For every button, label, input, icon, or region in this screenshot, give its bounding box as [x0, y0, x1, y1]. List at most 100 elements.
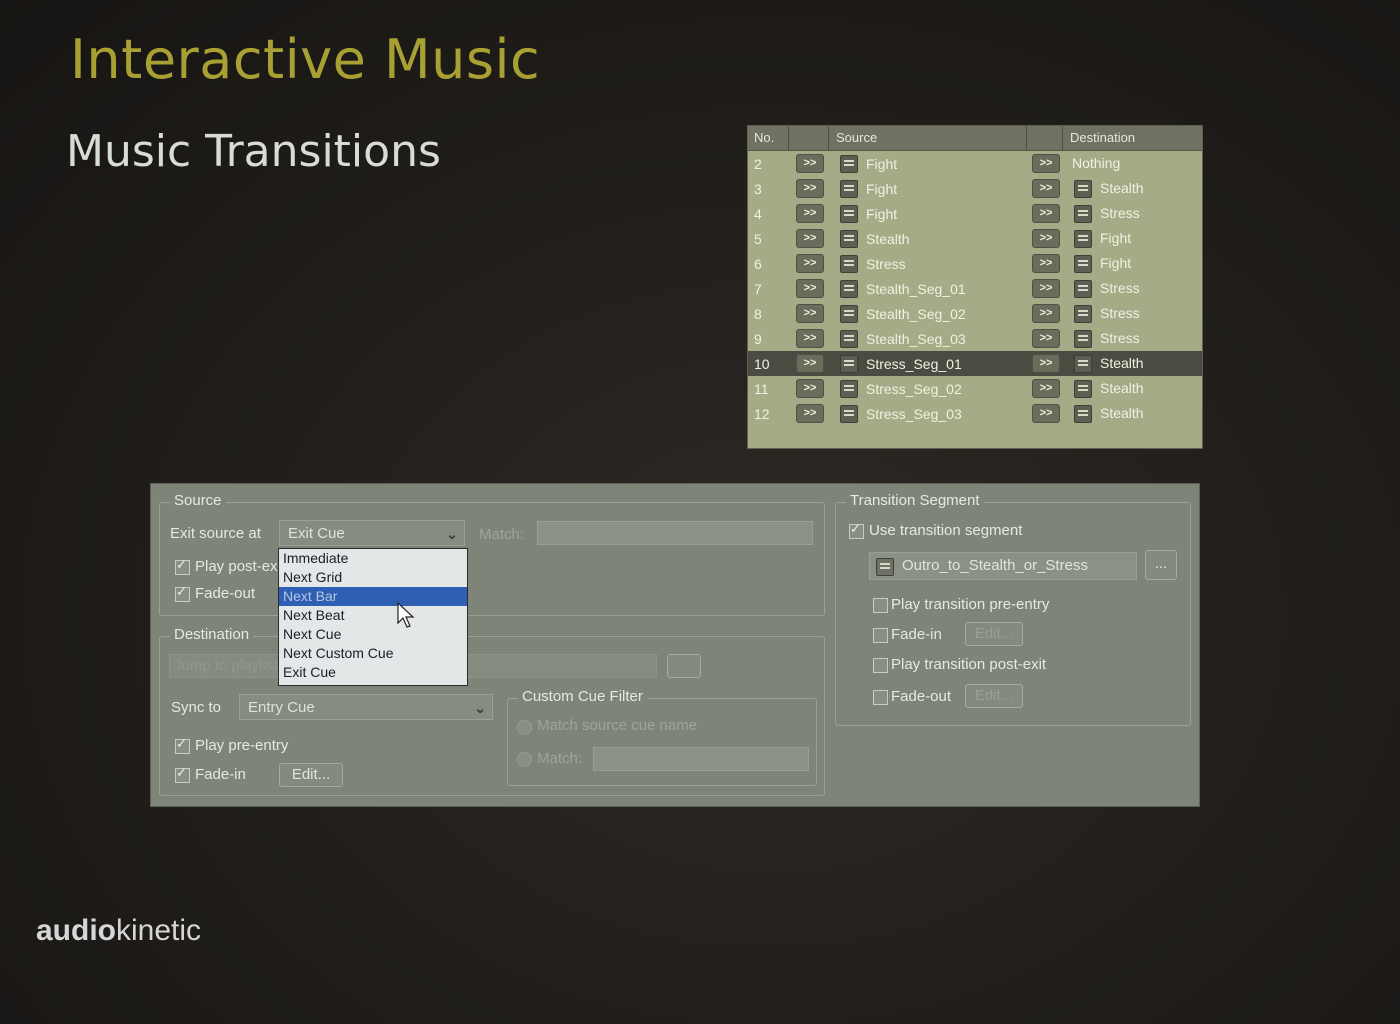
transition-row-number: 4: [754, 206, 762, 222]
transition-source: Stress_Seg_03: [866, 406, 962, 422]
destination-arrow-button[interactable]: >>: [1032, 329, 1060, 348]
grid-segment-icon: [840, 380, 858, 398]
source-match-input[interactable]: [537, 521, 813, 545]
play-pre-entry-label: Play pre-entry: [195, 737, 289, 754]
destination-arrow-button[interactable]: >>: [1032, 404, 1060, 423]
destination-arrow-button[interactable]: >>: [1032, 204, 1060, 223]
exit-source-dropdown-list: Immediate Next Grid Next Bar Next Beat Next …: [278, 548, 468, 686]
transition-row-number: 9: [754, 331, 762, 347]
source-arrow-button[interactable]: >>: [796, 379, 824, 398]
source-arrow-button[interactable]: >>: [796, 404, 824, 423]
source-arrow-button[interactable]: >>: [796, 254, 824, 273]
sync-to-combobox[interactable]: Entry Cue ⌄: [239, 694, 493, 720]
use-transition-segment-checkbox[interactable]: [849, 521, 864, 539]
dropdown-option[interactable]: Next Bar: [279, 587, 467, 606]
play-post-exit-label: Play post-exit: [195, 558, 286, 575]
custom-match-input[interactable]: [593, 747, 809, 771]
transition-row-number: 12: [754, 406, 770, 422]
destination-arrow-button[interactable]: >>: [1032, 304, 1060, 323]
destination-arrow-button[interactable]: >>: [1032, 254, 1060, 273]
segment-icon: [840, 230, 858, 248]
play-transition-pre-entry-checkbox[interactable]: [873, 598, 888, 613]
transition-row[interactable]: 8 >> Stealth_Seg_02 >> Stress: [748, 301, 1202, 326]
fade-in-edit-button[interactable]: Edit...: [279, 763, 343, 787]
play-transition-pre-entry-label: Play transition pre-entry: [891, 596, 1050, 613]
grid-segment-icon: [840, 280, 858, 298]
transition-row[interactable]: 6 >> Stress >> Fight: [748, 251, 1202, 276]
header-no[interactable]: No.: [754, 130, 774, 145]
header-destination[interactable]: Destination: [1070, 130, 1135, 145]
transition-row[interactable]: 10 >> Stress_Seg_01 >> Stealth: [748, 351, 1202, 376]
destination-arrow-button[interactable]: >>: [1032, 354, 1060, 373]
segment-icon: [1074, 355, 1092, 373]
dropdown-option[interactable]: Next Cue: [279, 625, 467, 644]
source-arrow-button[interactable]: >>: [796, 304, 824, 323]
source-match-label: Match:: [479, 526, 525, 543]
dropdown-option[interactable]: Immediate: [279, 549, 467, 568]
transition-fade-in-checkbox[interactable]: [873, 628, 888, 643]
transition-row[interactable]: 12 >> Stress_Seg_03 >> Stealth: [748, 401, 1202, 426]
custom-match-label: Match:: [537, 750, 583, 767]
transition-destination: Stress: [1100, 330, 1140, 346]
source-arrow-button[interactable]: >>: [796, 279, 824, 298]
segment-icon: [1074, 280, 1092, 298]
fade-out-checkbox[interactable]: [175, 584, 190, 602]
destination-arrow-button[interactable]: >>: [1032, 279, 1060, 298]
dropdown-option[interactable]: Exit Cue: [279, 663, 467, 682]
exit-source-label: Exit source at: [170, 525, 261, 542]
destination-arrow-button[interactable]: >>: [1032, 379, 1060, 398]
transition-destination: Fight: [1100, 255, 1132, 271]
transition-destination: Stealth: [1100, 180, 1144, 196]
segment-icon: [1074, 255, 1092, 273]
segment-icon: [1074, 230, 1092, 248]
source-arrow-button[interactable]: >>: [796, 354, 824, 373]
sync-to-value: Entry Cue: [248, 699, 315, 716]
transition-row[interactable]: 4 >> Fight >> Stress: [748, 201, 1202, 226]
destination-arrow-button[interactable]: >>: [1032, 154, 1060, 173]
jump-browse-button[interactable]: [667, 654, 701, 678]
destination-arrow-button[interactable]: >>: [1032, 179, 1060, 198]
source-arrow-button[interactable]: >>: [796, 154, 824, 173]
destination-arrow-button[interactable]: >>: [1032, 229, 1060, 248]
transition-fade-in-edit-button[interactable]: Edit...: [965, 622, 1023, 646]
transition-row[interactable]: 2 >> Fight >> Nothing: [748, 151, 1202, 176]
transition-source: Fight: [866, 156, 898, 172]
fade-in-label: Fade-in: [195, 766, 246, 783]
header-source[interactable]: Source: [836, 130, 877, 145]
transition-row[interactable]: 5 >> Stealth >> Fight: [748, 226, 1202, 251]
dropdown-option[interactable]: Next Custom Cue: [279, 644, 467, 663]
custom-cue-filter-label: Custom Cue Filter: [518, 688, 647, 705]
source-arrow-button[interactable]: >>: [796, 229, 824, 248]
transition-source: Fight: [866, 206, 898, 222]
dropdown-option[interactable]: Next Grid: [279, 568, 467, 587]
transition-row[interactable]: 7 >> Stealth_Seg_01 >> Stress: [748, 276, 1202, 301]
transition-row[interactable]: 3 >> Fight >> Stealth: [748, 176, 1202, 201]
segment-icon: [840, 255, 858, 273]
transition-row-number: 6: [754, 256, 762, 272]
play-transition-post-exit-checkbox[interactable]: [873, 658, 888, 673]
transition-segment-field[interactable]: Outro_to_Stealth_or_Stress: [869, 552, 1137, 580]
segment-icon: [840, 155, 858, 173]
transition-row[interactable]: 9 >> Stealth_Seg_03 >> Stress: [748, 326, 1202, 351]
match-source-cue-radio[interactable]: [517, 720, 532, 735]
mouse-cursor-icon: [397, 601, 415, 628]
source-arrow-button[interactable]: >>: [796, 179, 824, 198]
transition-fade-out-checkbox[interactable]: [873, 690, 888, 705]
transition-segment-browse-button[interactable]: ...: [1145, 550, 1177, 580]
play-post-exit-checkbox[interactable]: [175, 557, 190, 575]
fade-in-checkbox[interactable]: [175, 765, 190, 783]
source-arrow-button[interactable]: >>: [796, 204, 824, 223]
transition-fade-out-edit-button[interactable]: Edit...: [965, 684, 1023, 708]
transition-source: Stress_Seg_02: [866, 381, 962, 397]
segment-icon: [840, 180, 858, 198]
transition-destination: Stealth: [1100, 355, 1144, 371]
use-transition-segment-label: Use transition segment: [869, 522, 1023, 539]
dropdown-option[interactable]: Next Beat: [279, 606, 467, 625]
custom-match-radio[interactable]: [517, 752, 532, 767]
play-pre-entry-checkbox[interactable]: [175, 736, 190, 754]
transition-row[interactable]: 11 >> Stress_Seg_02 >> Stealth: [748, 376, 1202, 401]
segment-icon: [1074, 305, 1092, 323]
match-source-cue-label: Match source cue name: [537, 717, 698, 734]
exit-source-combobox[interactable]: Exit Cue ⌄: [279, 520, 465, 546]
source-arrow-button[interactable]: >>: [796, 329, 824, 348]
